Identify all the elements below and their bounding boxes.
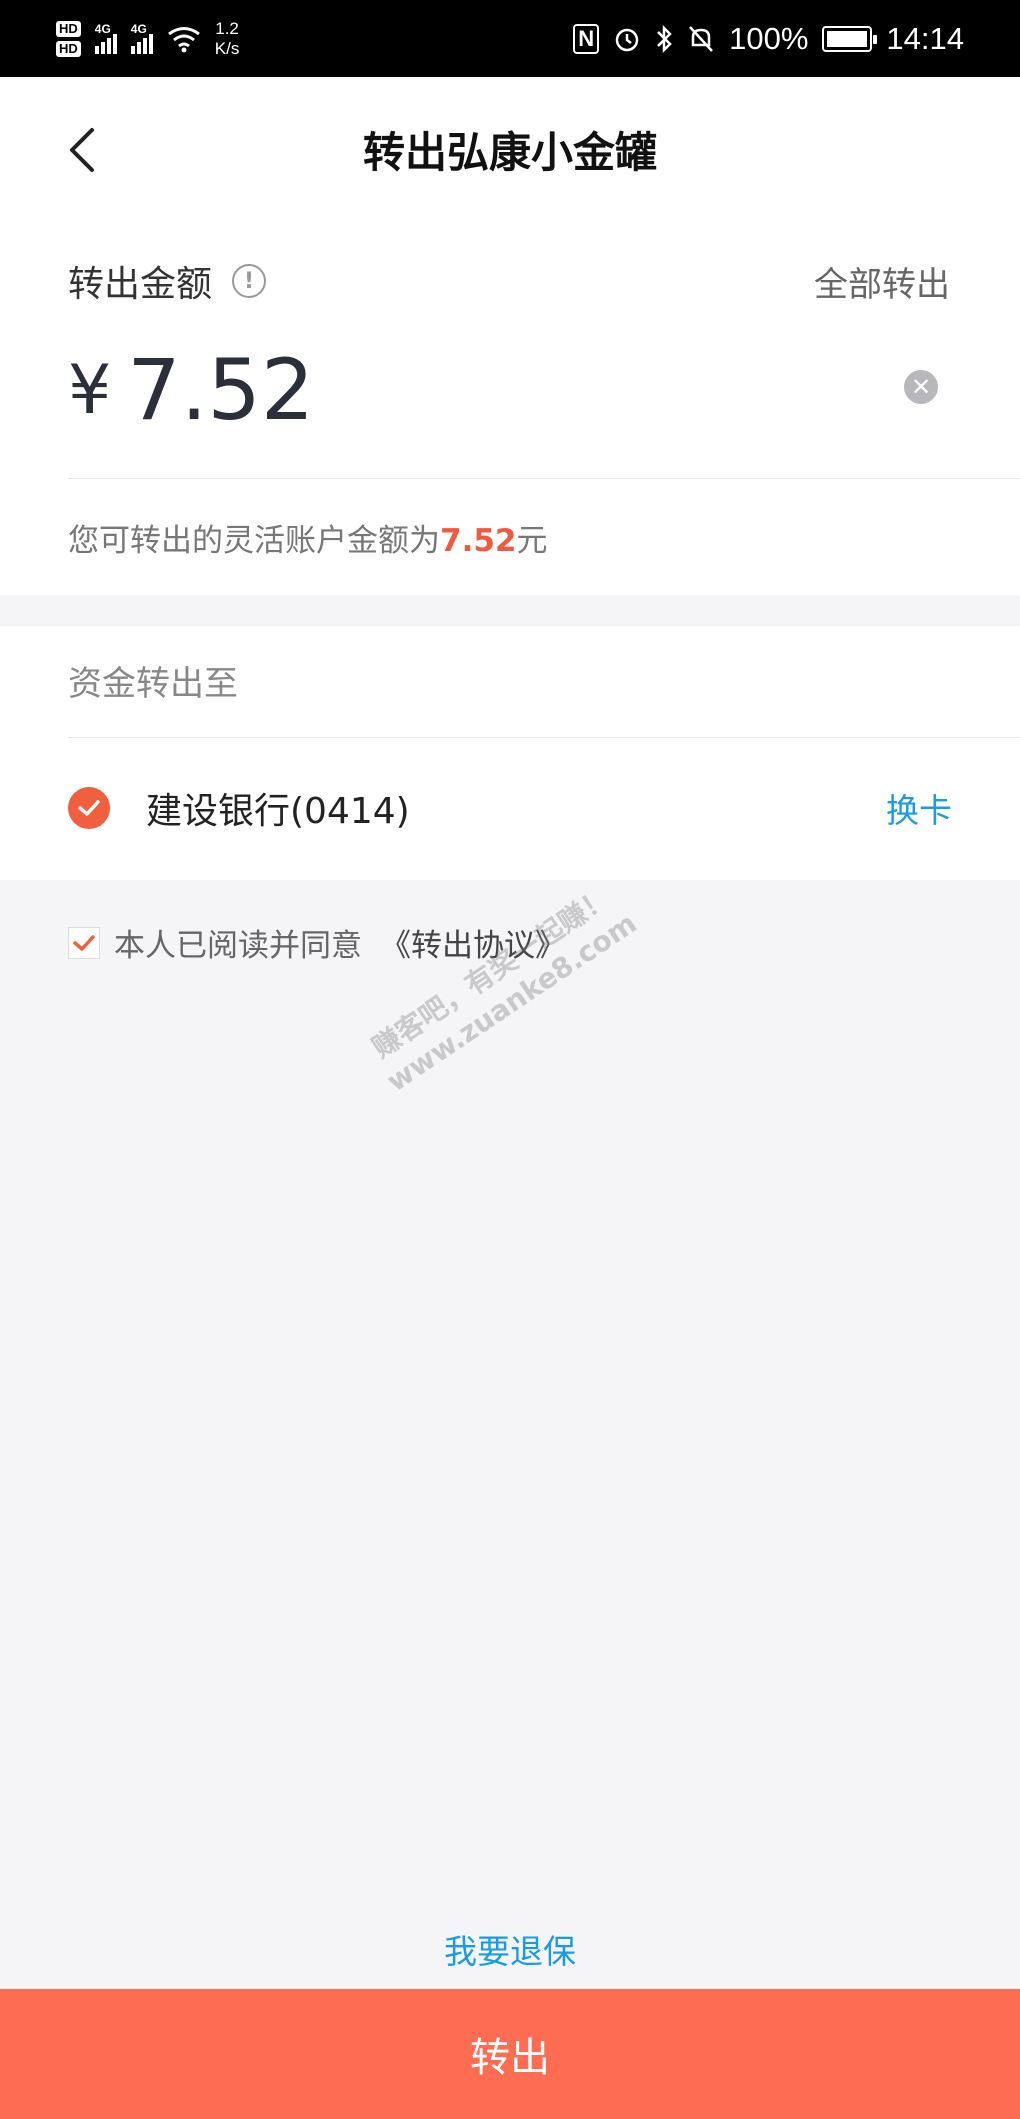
nfc-icon: N: [573, 23, 600, 54]
network-speed: 1.2 K/s: [215, 19, 240, 59]
battery-percent: 100%: [729, 20, 809, 56]
speed-unit: K/s: [214, 38, 240, 58]
hd2-badge: HD: [56, 40, 81, 57]
wifi-icon: [167, 26, 200, 52]
clear-icon[interactable]: ✕: [904, 370, 938, 404]
amount-card: 转出金额 ! 全部转出 ¥ 7.52 ✕ 您可转出的灵活账户金额为7.52元: [0, 225, 1020, 595]
available-suffix: 元: [516, 523, 548, 559]
clock: 14:14: [886, 20, 964, 56]
checkmark-icon: [73, 934, 95, 951]
available-amount: 7.52: [440, 523, 517, 559]
hd-indicators: HD HD: [56, 20, 81, 57]
header: 转出弘康小金罐: [0, 77, 1020, 225]
bank-card-row[interactable]: 建设银行(0414) 换卡: [68, 776, 952, 840]
transfer-destination-card: 资金转出至 建设银行(0414) 换卡: [0, 626, 1020, 880]
available-balance: 您可转出的灵活账户金额为7.52元: [68, 515, 548, 560]
info-icon[interactable]: !: [232, 264, 267, 298]
amount-input[interactable]: ¥ 7.52 ✕: [68, 335, 948, 445]
surrender-link[interactable]: 我要退保: [0, 1925, 1020, 1973]
transfer-out-button[interactable]: 转出: [0, 1989, 1020, 2119]
status-right: N 100% 14:14: [573, 21, 964, 57]
page-title: 转出弘康小金罐: [362, 128, 657, 177]
battery-icon: [822, 25, 878, 52]
agreement-text: 本人已阅读并同意: [114, 928, 362, 964]
mute-icon: [689, 25, 714, 52]
watermark-line1: 赚客吧，有奖一起赚！: [366, 880, 617, 1065]
signal-2-icon: 4G: [130, 21, 153, 54]
amount-label: 转出金额: [68, 264, 213, 305]
agreement-link[interactable]: 《转出协议》: [380, 920, 566, 965]
currency-symbol: ¥: [68, 350, 112, 430]
bluetooth-icon: [657, 24, 672, 53]
available-prefix: 您可转出的灵活账户金额为: [68, 523, 440, 559]
transfer-to-label: 资金转出至: [68, 664, 238, 704]
agreement-row: 本人已阅读并同意 《转出协议》: [68, 920, 566, 965]
checkmark-circle-icon: [68, 787, 110, 829]
signal-1-icon: 4G: [94, 21, 117, 54]
speed-value: 1.2: [215, 18, 239, 38]
network-2-label: 4G: [130, 21, 147, 36]
agreement-checkbox[interactable]: [68, 926, 100, 959]
amount-value: 7.52: [127, 341, 315, 439]
divider: [68, 478, 1020, 479]
change-card-link[interactable]: 换卡: [886, 784, 952, 832]
watermark: 赚客吧，有奖一起赚！ www.zuanke8.com: [360, 876, 644, 1100]
divider: [68, 737, 1020, 738]
bank-name: 建设银行(0414): [146, 791, 410, 832]
network-1-label: 4G: [94, 21, 111, 36]
amount-label-group: 转出金额 !: [68, 255, 267, 307]
status-bar: HD HD 4G 4G 1.2 K/s N 100% 14:14: [0, 0, 1020, 77]
transfer-all-button[interactable]: 全部转出: [814, 257, 950, 306]
status-left: HD HD 4G 4G 1.2 K/s: [56, 19, 239, 59]
alarm-icon: [615, 28, 639, 51]
hd1-badge: HD: [56, 20, 81, 37]
